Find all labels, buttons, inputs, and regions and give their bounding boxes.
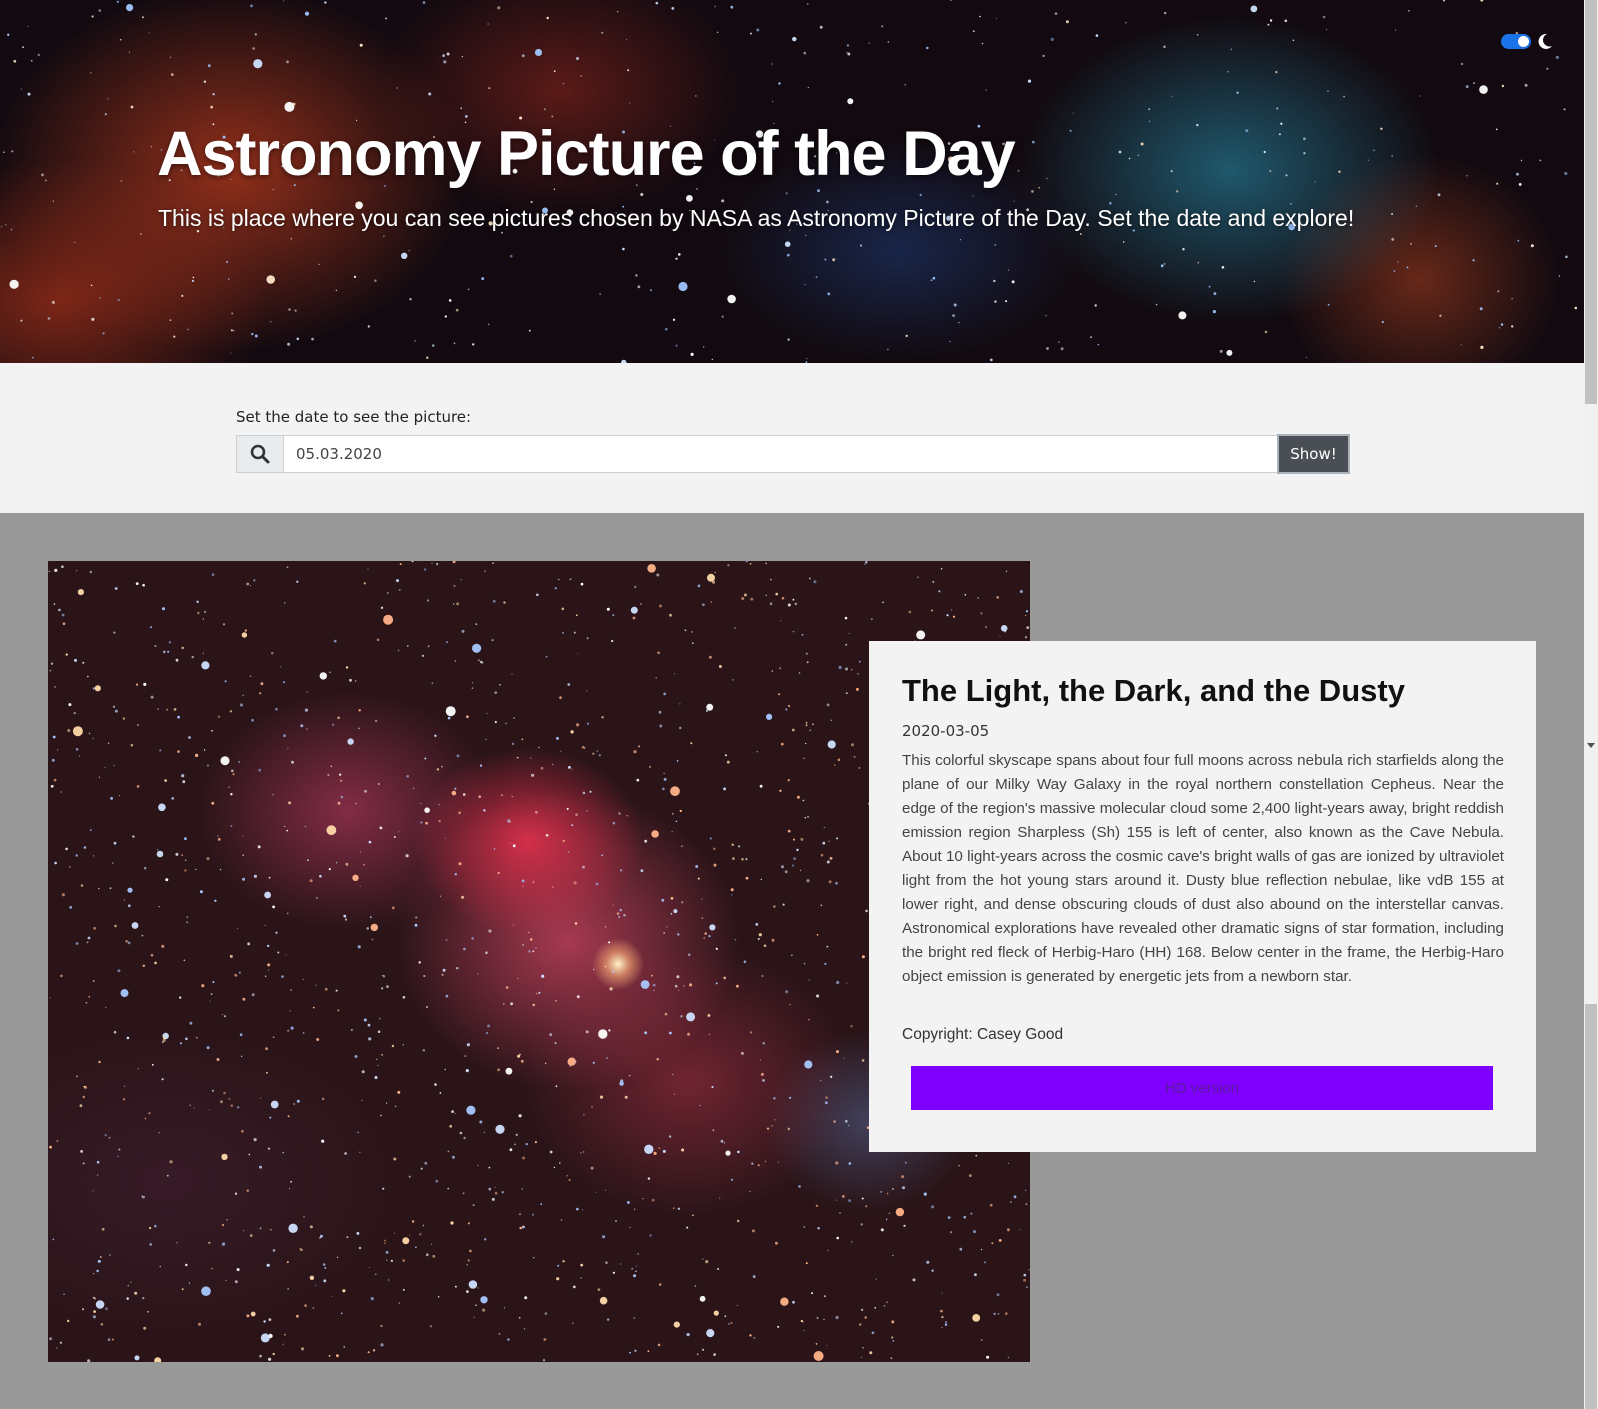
moon-icon [1538,33,1552,49]
scroll-down-arrow-icon[interactable] [1587,743,1595,748]
date-label: Set the date to see the picture: [236,408,472,426]
theme-toggle[interactable] [1501,34,1531,49]
page-scrollbar[interactable] [1584,0,1598,1409]
date-search-section: Set the date to see the picture: Show! [0,363,1584,513]
apod-explanation: This colorful skyscape spans about four … [902,752,1504,985]
hd-version-button[interactable]: HD version [911,1066,1493,1110]
show-button[interactable]: Show! [1277,434,1350,474]
page-title: Astronomy Picture of the Day [157,119,1016,189]
hero-banner: Astronomy Picture of the Day This is pla… [0,0,1584,363]
apod-info-card: The Light, the Dark, and the Dusty 2020-… [869,641,1536,1152]
theme-toggle-knob [1518,36,1529,47]
apod-date: 2020-03-05 [902,722,990,740]
apod-copyright: Copyright: Casey Good [902,1026,1064,1043]
date-input[interactable] [284,436,1276,472]
scrollbar-track-lower[interactable] [1585,1004,1597,1409]
page-subtitle: This is place where you can see pictures… [158,205,1355,231]
scrollbar-thumb[interactable] [1585,0,1597,404]
date-search-bar: Show! [236,434,1350,474]
search-icon [250,444,270,464]
apod-title: The Light, the Dark, and the Dusty [902,673,1405,708]
search-icon-addon [237,436,284,472]
